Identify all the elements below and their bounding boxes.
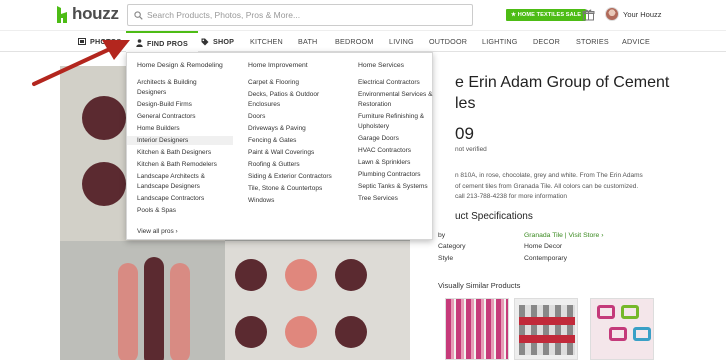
find-pros-dropdown: Home Design & Remodeling Architects & Bu… <box>126 52 433 240</box>
menu-item-kitchen-bath-remodelers[interactable]: Kitchen & Bath Remodelers <box>127 160 233 169</box>
menu-item-kitchen-bath-designers[interactable]: Kitchen & Bath Designers <box>127 148 233 157</box>
menu-item-interior-designers[interactable]: Interior Designers <box>127 136 233 145</box>
menu-item-hvac[interactable]: HVAC Contractors <box>348 146 454 155</box>
description-line1: n 810A, in rose, chocolate, grey and whi… <box>455 172 643 179</box>
top-header: houzz ★ HOME TEXTILES SALE Your Houzz <box>0 0 726 30</box>
view-all-pros-link[interactable]: View all pros › <box>137 228 178 235</box>
nav-find-pros[interactable]: FIND PROS <box>126 31 198 53</box>
tag-icon <box>201 38 209 45</box>
nav-shop[interactable]: SHOP <box>201 31 234 52</box>
nav-living[interactable]: LIVING <box>389 31 414 52</box>
col-heading-design: Home Design & Remodeling <box>137 62 223 69</box>
avatar[interactable] <box>605 7 619 21</box>
search-icon <box>134 10 143 20</box>
tile-bottom-left <box>60 241 225 360</box>
menu-item-electrical[interactable]: Electrical Contractors <box>348 78 454 87</box>
logo-text: houzz <box>72 4 119 23</box>
menu-item-landscape-contractors[interactable]: Landscape Contractors <box>127 194 233 203</box>
houzz-logo-icon <box>57 5 67 23</box>
description-line3: call 213-788-4238 for more information <box>455 193 568 200</box>
product-price: 09 <box>455 124 474 143</box>
product-description: n 810A, in rose, chocolate, grey and whi… <box>455 171 723 203</box>
similar-product-thumb[interactable] <box>514 298 578 360</box>
spec-value: Contemporary <box>524 255 568 262</box>
person-icon <box>136 39 143 47</box>
menu-item-furniture[interactable]: Furniture Refinishing & <box>348 112 454 121</box>
product-title: e Erin Adam Group of Cement les <box>455 72 725 114</box>
col-heading-improvement: Home Improvement <box>248 62 308 69</box>
nav-advice[interactable]: ADVICE <box>622 31 650 52</box>
nav-find-pros-label: FIND PROS <box>147 38 188 48</box>
menu-item-paint[interactable]: Paint & Wall Coverings <box>238 148 344 157</box>
nav-outdoor[interactable]: OUTDOOR <box>429 31 467 52</box>
similar-products-heading: Visually Similar Products <box>438 281 521 290</box>
menu-item-plumbing[interactable]: Plumbing Contractors <box>348 170 454 179</box>
menu-item-garage-doors[interactable]: Garage Doors <box>348 134 454 143</box>
spec-key: Style <box>438 255 454 262</box>
spec-value: Home Decor <box>524 243 563 250</box>
red-arrow-icon <box>32 40 130 86</box>
nav-shop-label: SHOP <box>213 37 235 46</box>
specifications-heading: uct Specifications <box>455 211 533 222</box>
menu-item-siding[interactable]: Siding & Exterior Contractors <box>238 172 344 181</box>
col-heading-services: Home Services <box>358 62 405 69</box>
menu-item-doors[interactable]: Doors <box>238 112 344 121</box>
menu-item-lawn[interactable]: Lawn & Sprinklers <box>348 158 454 167</box>
menu-item-furniture-2[interactable]: Upholstery <box>348 122 454 131</box>
nav-bedroom[interactable]: BEDROOM <box>335 31 374 52</box>
spec-key: by <box>438 232 446 239</box>
description-line2: of cement tiles from Granada Tile. All c… <box>455 182 639 190</box>
tile-bottom-right <box>225 241 410 360</box>
nav-bath[interactable]: BATH <box>298 31 317 52</box>
verified-status: not verified <box>455 146 487 153</box>
menu-item-windows[interactable]: Windows <box>238 196 344 205</box>
nav-stories[interactable]: STORIES <box>576 31 609 52</box>
store-link[interactable]: Granada Tile | Visit Store › <box>524 232 603 239</box>
menu-item-septic[interactable]: Septic Tanks & Systems <box>348 182 454 191</box>
menu-item-carpet[interactable]: Carpet & Flooring <box>238 78 344 87</box>
menu-item-tree-services[interactable]: Tree Services <box>348 194 454 203</box>
menu-item-roofing[interactable]: Roofing & Gutters <box>238 160 344 169</box>
menu-item-home-builders[interactable]: Home Builders <box>127 124 233 133</box>
menu-item-fencing[interactable]: Fencing & Gates <box>238 136 344 145</box>
search-box[interactable] <box>127 4 473 26</box>
menu-item-environmental[interactable]: Environmental Services & <box>348 90 454 99</box>
menu-item-landscape-architects[interactable]: Landscape Architects & <box>127 172 233 181</box>
menu-item-architects-2[interactable]: Designers <box>127 88 233 97</box>
promo-star-icon: ★ <box>511 12 518 18</box>
spec-key: Category <box>438 243 466 250</box>
promo-badge-label: HOME TEXTILES SALE <box>517 12 582 18</box>
menu-item-general-contractors[interactable]: General Contractors <box>127 112 233 121</box>
similar-product-thumb[interactable] <box>590 298 654 360</box>
menu-item-environmental-2[interactable]: Restoration <box>348 100 454 109</box>
search-input[interactable] <box>143 10 472 20</box>
menu-item-driveways[interactable]: Driveways & Paving <box>238 124 344 133</box>
menu-item-decks-2[interactable]: Enclosures <box>238 100 344 109</box>
menu-item-pools-spas[interactable]: Pools & Spas <box>127 206 233 215</box>
menu-item-decks[interactable]: Decks, Patios & Outdoor <box>238 90 344 99</box>
menu-item-landscape-architects-2[interactable]: Landscape Designers <box>127 182 233 191</box>
nav-lighting[interactable]: LIGHTING <box>482 31 518 52</box>
product-title-line1: e Erin Adam Group of Cement <box>455 74 670 91</box>
menu-item-tile-stone[interactable]: Tile, Stone & Countertops <box>238 184 344 193</box>
your-houzz-link[interactable]: Your Houzz <box>623 10 662 19</box>
nav-decor[interactable]: DECOR <box>533 31 560 52</box>
similar-product-thumb[interactable] <box>445 298 509 360</box>
nav-kitchen[interactable]: KITCHEN <box>250 31 283 52</box>
menu-item-architects[interactable]: Architects & Building <box>127 78 233 87</box>
gift-icon[interactable] <box>582 8 595 21</box>
promo-badge[interactable]: ★ HOME TEXTILES SALE <box>506 9 587 21</box>
product-title-line2: les <box>455 95 476 112</box>
menu-item-design-build[interactable]: Design-Build Firms <box>127 100 233 109</box>
houzz-logo[interactable]: houzz <box>57 4 119 24</box>
